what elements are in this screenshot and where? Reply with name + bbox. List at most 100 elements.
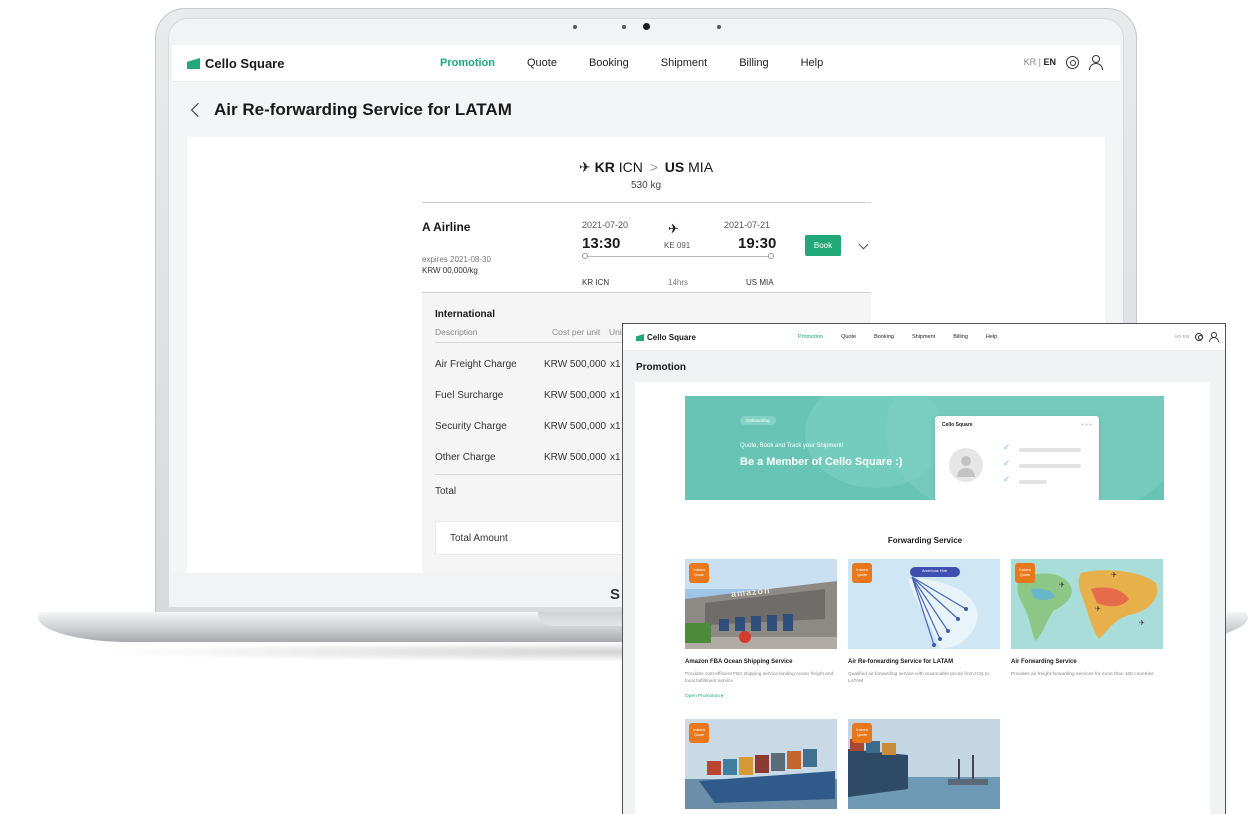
service-image-world[interactable]: ✈ ✈ ✈ ✈ Instant Quote [1011,559,1163,649]
timeline-end-dot [768,253,774,259]
charge-cost: KRW 500,000 [544,390,607,401]
book-button[interactable]: Book [805,235,841,256]
departure-time: 13:30 [582,235,621,252]
overlay-brand-name: Cello Square [647,333,696,342]
overlay-header: Cello Square Promotion Quote Booking Shi… [623,324,1225,351]
brand-logo[interactable]: Cello Square [187,56,284,71]
banner-pill: Onboarding [740,416,776,425]
charge-desc: Security Charge [435,421,507,432]
timeline-line [584,256,772,257]
globe-icon[interactable] [1066,55,1079,69]
col-description: Description [435,327,478,337]
nav-billing[interactable]: Billing [953,334,968,340]
service-title[interactable]: Amazon FBA Ocean Shipping Service [685,659,792,665]
instant-quote-badge: Instant Quote [852,723,872,743]
placeholder-line [1019,448,1081,452]
service-image-cargo-ship[interactable]: Instant Quote [685,719,837,809]
plane-icon: ✈ [578,159,591,175]
nav-shipment[interactable]: Shipment [912,334,935,340]
camera-sensor [573,25,577,29]
charge-qty: x1 [610,390,621,401]
placeholder-line [1019,480,1047,484]
overlay-brand-logo[interactable]: Cello Square [636,333,696,342]
nav-quote[interactable]: Quote [527,57,557,69]
overlay-nav: Promotion Quote Booking Shipment Billing… [798,334,1015,340]
instant-quote-badge: Instant Quote [852,563,872,583]
nav-help[interactable]: Help [986,334,997,340]
nav-promotion[interactable]: Promotion [798,334,823,340]
nav-help[interactable]: Help [801,57,824,69]
open-promotion-link[interactable]: Open Promotion ▸ [685,694,724,699]
back-chevron-icon[interactable] [190,102,206,118]
svg-text:✈: ✈ [1111,572,1117,579]
cargo-weight: 530 kg [630,180,662,191]
route-summary: ✈ KR ICN > US MIA [172,159,1120,176]
globe-icon[interactable] [1195,332,1203,341]
overlay-header-utilities: KR EN [1175,332,1219,342]
service-description: Provides air freight forwarding services… [1011,672,1154,677]
flight-duration: 14hrs [668,278,689,287]
avatar-placeholder-icon [949,448,983,482]
camera-lens [643,23,650,30]
laptop-brand-letter: S [610,586,621,603]
service-description: Qualified air forwarding service with re… [848,672,989,684]
promotion-page-screenshot: Cello Square Promotion Quote Booking Shi… [622,323,1226,814]
destination-code: US MIA [746,278,774,287]
service-image-port[interactable]: Instant Quote [848,719,1000,809]
banner-headline: Be a Member of Cello Square :) [740,456,903,468]
nav-billing[interactable]: Billing [739,57,768,69]
departure-date: 2021-07-20 [582,220,629,230]
flight-plane-icon: ✈ [668,221,679,236]
user-icon[interactable] [1089,55,1103,70]
charge-cost: KRW 500,000 [544,452,607,463]
user-icon[interactable] [1209,332,1219,342]
origin-code: KR ICN [582,278,610,287]
service-title[interactable]: Air Re-forwarding Service for LATAM [848,659,953,665]
language-switch[interactable]: KR EN [1175,334,1189,339]
service-image-amazon[interactable]: amazon Instant Quote [685,559,837,649]
instant-quote-badge: Instant Quote [689,723,709,743]
nav-quote[interactable]: Quote [841,334,856,340]
charge-cost: KRW 500,000 [544,421,607,432]
main-nav: Promotion Quote Booking Shipment Billing… [440,57,855,69]
charge-qty: x1 [610,452,621,463]
airline-name: A Airline [422,220,471,234]
origin-country: KR [594,159,615,175]
offer-rate: KRW 00,000/kg [422,266,478,275]
header-utilities: KR | EN [1024,55,1103,70]
banner-subtitle: Quote, Book and Track your Shipment! [740,443,844,449]
onboarding-banner[interactable]: Onboarding Quote, Book and Track your Sh… [685,396,1164,500]
dest-port: MIA [688,159,714,175]
breakdown-title: International [435,309,496,320]
camera-sensor [717,25,721,29]
charge-desc: Air Freight Charge [435,359,517,370]
lang-separator: | [1038,57,1041,67]
instant-quote-badge: Instant Quote [1015,563,1035,583]
check-icon: ✓ [1003,458,1011,468]
section-title: Forwarding Service [887,536,963,545]
charge-qty: x1 [610,359,621,370]
dest-country: US [664,159,685,175]
service-image-latam[interactable]: Americas Hub Instant Quote [848,559,1000,649]
nav-promotion[interactable]: Promotion [440,57,495,69]
total-label: Total [435,486,457,497]
nav-booking[interactable]: Booking [589,57,629,69]
camera-sensor [622,25,626,29]
map-hub-pill: Americas Hub [922,568,948,573]
overlay-page-title: Promotion [636,362,686,373]
nav-booking[interactable]: Booking [874,334,894,340]
nav-shipment[interactable]: Shipment [661,57,707,69]
col-cost: Cost per unit [552,327,601,337]
arrival-time: 19:30 [738,235,777,252]
banner-window-illustration: Cello Square ●●● ✓ ✓ ✓ [935,416,1099,500]
check-icon: ✓ [1003,474,1011,484]
svg-text:✈: ✈ [1095,606,1101,613]
lang-kr[interactable]: KR [1024,57,1037,67]
service-title[interactable]: Air Forwarding Service [1011,659,1077,665]
showcase-stage: { "laptop": { "header": { "brand": "Cell… [0,0,1258,814]
brand-name: Cello Square [205,56,285,71]
page-title: Air Re-forwarding Service for LATAM [214,100,512,119]
language-switch[interactable]: KR | EN [1024,57,1056,67]
lang-en[interactable]: EN [1043,57,1056,67]
route-separator: > [649,159,658,175]
